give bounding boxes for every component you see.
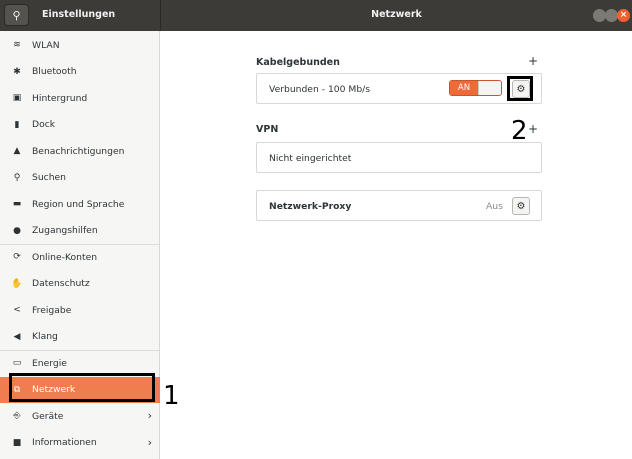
sidebar-item-label: Geräte bbox=[32, 410, 64, 422]
search-icon: ⚲ bbox=[12, 8, 21, 22]
devices-icon: ⎆ bbox=[13, 411, 21, 421]
sidebar-item-label: Zugangshilfen bbox=[32, 225, 98, 236]
sidebar-item-label: Freigabe bbox=[32, 304, 72, 316]
sidebar-item-region-und-sprache[interactable]: ▬ Region und Sprache bbox=[0, 191, 160, 217]
sidebar-item-label: Dock bbox=[32, 119, 56, 130]
chevron-right-icon: › bbox=[147, 435, 152, 449]
header-bar: ⚲ Einstellungen Netzwerk × bbox=[0, 0, 632, 31]
gear-icon: ⚙ bbox=[516, 200, 526, 212]
wifi-icon: ≋ bbox=[13, 40, 21, 50]
app-title: Einstellungen bbox=[42, 9, 116, 20]
vpn-empty-label: Nicht eingerichtet bbox=[269, 153, 352, 164]
hand-icon: ✋ bbox=[11, 278, 23, 289]
wired-connection-label: Verbunden - 100 Mb/s bbox=[269, 84, 371, 95]
dock-icon: ▮ bbox=[14, 119, 20, 130]
close-icon: × bbox=[619, 10, 628, 20]
sidebar-item-benachrichtigungen[interactable]: ▲ Benachrichtigungen bbox=[0, 138, 160, 164]
wired-toggle-switch[interactable]: AN bbox=[449, 80, 502, 96]
sidebar-item-freigabe[interactable]: < Freigabe bbox=[0, 297, 160, 323]
sidebar-item-label: Benachrichtigungen bbox=[32, 145, 125, 157]
proxy-status: Aus bbox=[486, 201, 503, 212]
annotation-highlight-1 bbox=[9, 373, 155, 402]
proxy-row[interactable]: Netzwerk-Proxy Aus ⚙ bbox=[256, 190, 542, 221]
sidebar-item-suchen[interactable]: ⚲ Suchen bbox=[0, 165, 160, 191]
add-vpn-button[interactable]: + bbox=[528, 122, 538, 136]
annotation-number-1: 1 bbox=[163, 381, 180, 411]
sidebar-item-dock[interactable]: ▮ Dock bbox=[0, 112, 160, 138]
bell-icon: ▲ bbox=[13, 146, 21, 156]
sidebar-item-zugangshilfen[interactable]: ● Zugangshilfen bbox=[0, 218, 160, 244]
sidebar-item-label: Datenschutz bbox=[32, 278, 90, 289]
speaker-icon: ◀ bbox=[13, 331, 21, 342]
add-wired-button[interactable]: + bbox=[528, 54, 538, 68]
search-button[interactable]: ⚲ bbox=[4, 4, 29, 26]
vpn-row: Nicht eingerichtet bbox=[256, 142, 542, 173]
sidebar-item-online-konten[interactable]: ⟳ Online-Konten bbox=[0, 244, 160, 270]
proxy-label: Netzwerk-Proxy bbox=[269, 201, 352, 212]
sidebar-item-label: Online-Konten bbox=[32, 251, 98, 263]
close-button[interactable]: × bbox=[617, 9, 630, 22]
sidebar-item-label: Informationen bbox=[32, 437, 97, 448]
header-left: ⚲ Einstellungen bbox=[0, 0, 160, 31]
sidebar-item-wlan[interactable]: ≋ WLAN bbox=[0, 32, 160, 58]
sidebar-item-label: WLAN bbox=[32, 39, 60, 51]
toggle-knob bbox=[478, 81, 501, 95]
accessibility-icon: ● bbox=[13, 225, 21, 236]
proxy-settings-button[interactable]: ⚙ bbox=[512, 197, 530, 215]
sidebar-item-klang[interactable]: ◀ Klang bbox=[0, 324, 160, 350]
wired-connection-row: Verbunden - 100 Mb/s AN ⚙ bbox=[256, 73, 542, 104]
wired-section-title: Kabelgebunden bbox=[256, 57, 340, 68]
sidebar-item-label: Region und Sprache bbox=[32, 198, 125, 210]
sidebar-item-datenschutz[interactable]: ✋ Datenschutz bbox=[0, 271, 160, 297]
flag-icon: ▬ bbox=[12, 199, 22, 209]
display-icon: ▣ bbox=[12, 93, 22, 103]
sidebar-item-geräte[interactable]: ⎆ Geräte › bbox=[0, 403, 160, 429]
sidebar-item-label: Energie bbox=[32, 357, 67, 369]
sidebar-item-label: Hintergrund bbox=[32, 92, 88, 104]
sidebar-item-label: Suchen bbox=[32, 172, 67, 183]
bluetooth-icon: ✱ bbox=[13, 66, 21, 77]
page-title: Netzwerk bbox=[371, 9, 422, 20]
sidebar-item-label: Klang bbox=[32, 331, 58, 342]
vpn-section-title: VPN bbox=[256, 124, 279, 135]
sidebar-item-informationen[interactable]: ■ Informationen › bbox=[0, 430, 160, 456]
sidebar-item-bluetooth[interactable]: ✱ Bluetooth bbox=[0, 59, 160, 85]
toggle-on-label: AN bbox=[450, 81, 478, 95]
search-icon: ⚲ bbox=[13, 172, 21, 183]
sidebar-item-hintergrund[interactable]: ▣ Hintergrund bbox=[0, 85, 160, 111]
battery-icon: ▭ bbox=[12, 358, 22, 368]
chevron-right-icon: › bbox=[147, 409, 152, 422]
annotation-number-2: 2 bbox=[511, 116, 528, 146]
annotation-highlight-2 bbox=[507, 76, 533, 101]
sidebar-item-label: Bluetooth bbox=[32, 66, 77, 77]
online-accounts-icon: ⟳ bbox=[13, 252, 21, 262]
main-content: Kabelgebunden + Verbunden - 100 Mb/s AN … bbox=[161, 31, 632, 459]
info-icon: ■ bbox=[12, 437, 22, 448]
share-icon: < bbox=[13, 305, 21, 315]
